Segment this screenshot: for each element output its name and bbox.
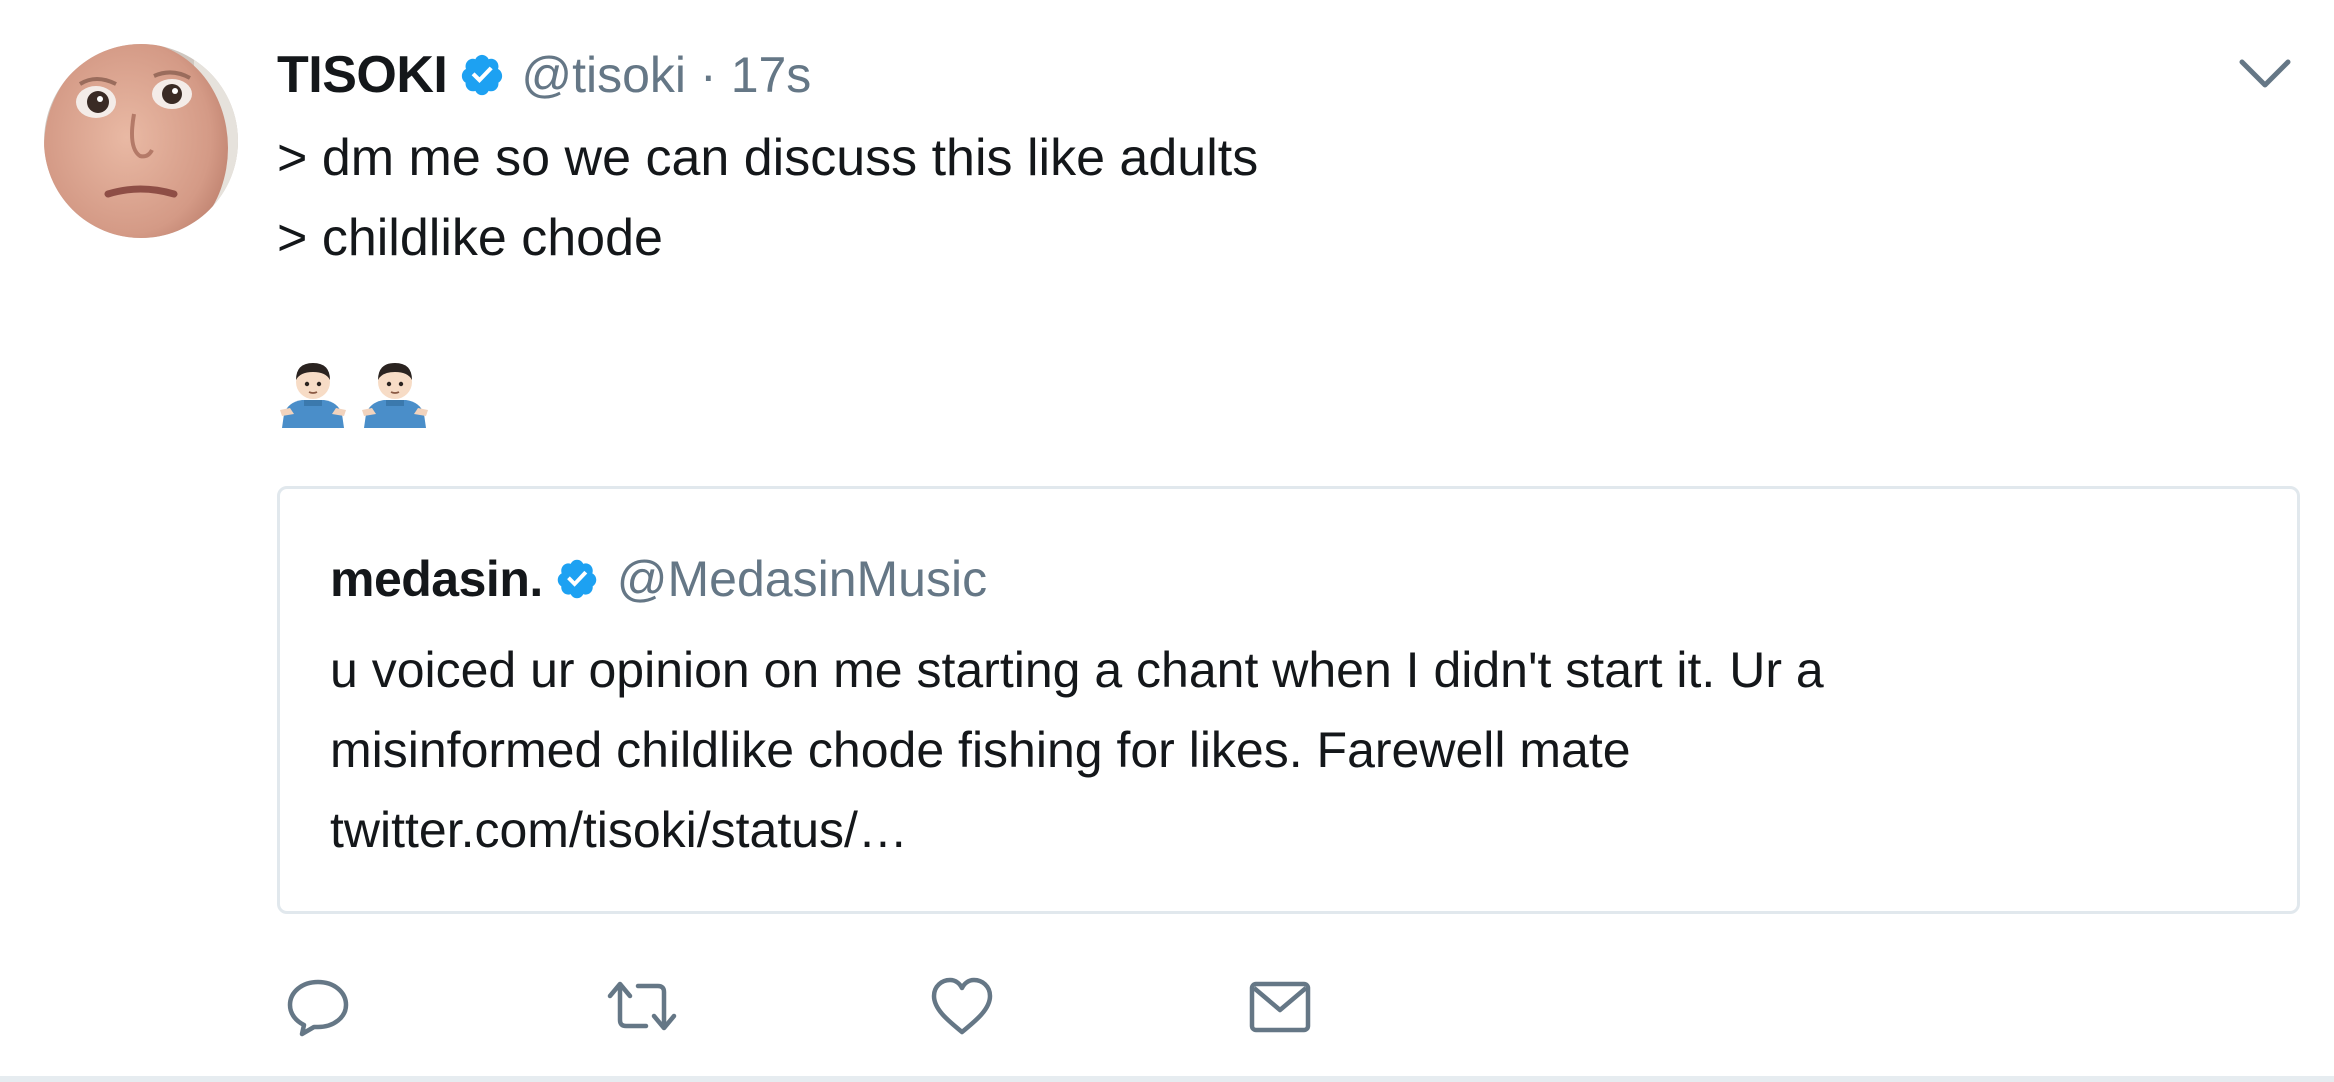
author-handle[interactable]: @tisoki bbox=[521, 46, 686, 104]
quoted-tweet[interactable]: medasin. @MedasinMusic u voiced ur opini… bbox=[277, 486, 2300, 914]
retweet-button[interactable] bbox=[606, 974, 678, 1038]
verified-badge-icon bbox=[555, 557, 599, 601]
man-shrugging-emoji bbox=[280, 356, 346, 428]
chevron-down-icon bbox=[2239, 59, 2291, 88]
tweet-menu-button[interactable] bbox=[2236, 52, 2294, 98]
quoted-tweet-text-line: misinformed childlike chode fishing for … bbox=[330, 722, 1631, 778]
tweet-header: TISOKI @tisoki · 17s bbox=[277, 42, 811, 108]
verified-badge-icon bbox=[459, 52, 505, 98]
avatar[interactable] bbox=[44, 44, 238, 238]
reply-icon bbox=[287, 979, 349, 1037]
like-button[interactable] bbox=[930, 974, 994, 1038]
author-display-name[interactable]: TISOKI bbox=[277, 45, 448, 105]
man-shrugging-emoji bbox=[362, 356, 428, 428]
tweet: TISOKI @tisoki · 17s > dm me so we can d… bbox=[0, 0, 2334, 1082]
tweet-text-line: > dm me so we can discuss this like adul… bbox=[277, 129, 1259, 187]
quoted-author-handle: @MedasinMusic bbox=[616, 551, 988, 607]
envelope-icon bbox=[1249, 981, 1311, 1033]
quoted-author-display-name: medasin. bbox=[330, 551, 543, 607]
tweet-text-line: > childlike chode bbox=[277, 209, 663, 267]
quoted-tweet-header: medasin. @MedasinMusic bbox=[330, 547, 987, 611]
direct-message-button[interactable] bbox=[1248, 974, 1312, 1038]
retweet-icon bbox=[607, 981, 677, 1031]
separator-dot: · bbox=[700, 47, 717, 103]
quoted-tweet-link[interactable]: twitter.com/tisoki/status/… bbox=[330, 801, 908, 859]
tweet-timestamp[interactable]: 17s bbox=[731, 46, 812, 104]
avatar-photo bbox=[44, 44, 238, 238]
emoji-row bbox=[280, 356, 428, 428]
reply-button[interactable] bbox=[286, 974, 350, 1038]
heart-icon bbox=[931, 977, 993, 1035]
tweet-divider bbox=[0, 1076, 2334, 1082]
quoted-tweet-text-line: u voiced ur opinion on me starting a cha… bbox=[330, 642, 1824, 698]
